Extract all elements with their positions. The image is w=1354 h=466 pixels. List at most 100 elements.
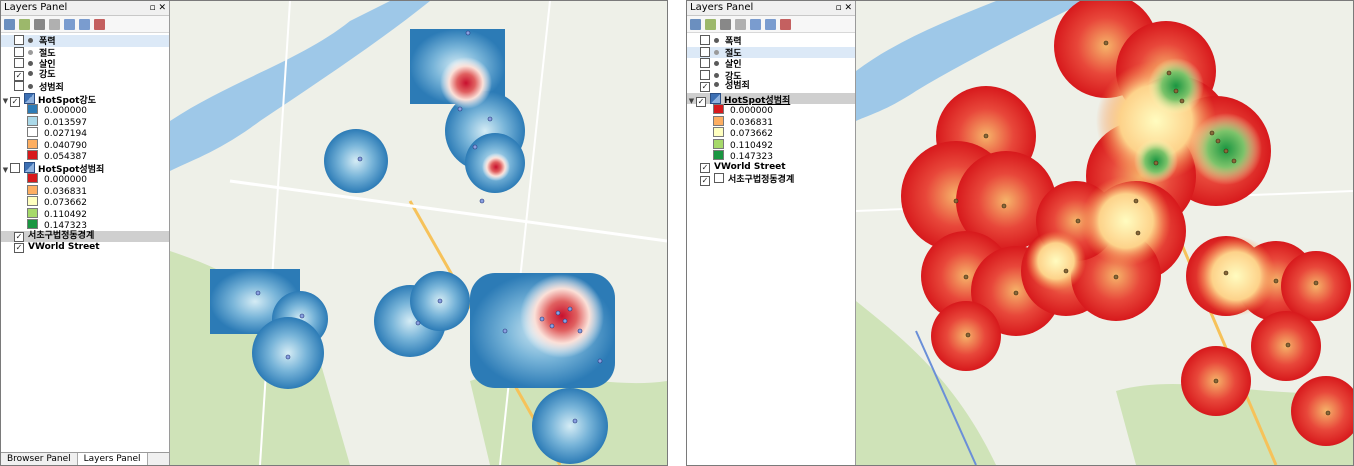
legend-swatch	[27, 138, 38, 149]
legend-swatch	[27, 115, 38, 126]
left-panel-window-buttons[interactable]: ▫ ✕	[149, 1, 166, 15]
point-symbol-icon	[28, 70, 33, 76]
legend-item: 0.000000	[687, 104, 855, 116]
expand-all-icon[interactable]	[750, 18, 761, 30]
layer-row-murder[interactable]: 살인	[687, 58, 855, 70]
left-panel-tabs: Browser Panel Layers Panel	[1, 452, 169, 465]
manage-visibility-icon[interactable]	[19, 18, 30, 30]
left-layer-tree: 폭력 절도 살인 ✓ 강도 성범죄 ▼ ✓ HotSpot강도 0.000000 0.…	[1, 33, 169, 254]
raster-layer-icon	[710, 92, 721, 104]
layer-checkbox[interactable]	[700, 58, 710, 68]
filter-icon[interactable]	[34, 18, 45, 30]
legend-swatch	[27, 184, 38, 195]
remove-layer-icon[interactable]	[94, 18, 105, 30]
legend-item: 0.036831	[1, 184, 169, 197]
filter-icon[interactable]	[720, 18, 731, 30]
layer-checkbox[interactable]: ✓	[14, 70, 24, 81]
filter-legend-icon[interactable]	[735, 18, 746, 30]
robbery-hotspot-map	[170, 1, 667, 465]
legend-swatch	[713, 104, 724, 114]
legend-item: 0.000000	[1, 173, 169, 185]
tab-browser-panel[interactable]: Browser Panel	[1, 453, 78, 465]
add-group-icon[interactable]	[690, 18, 701, 30]
legend-item: 0.040790	[1, 138, 169, 151]
point-symbol-icon	[28, 61, 33, 66]
layer-row-hotspot-sexcrime[interactable]: ▼ HotSpot성범죄	[1, 161, 169, 175]
right-panel-title: Layers Panel	[690, 2, 754, 13]
layer-row-sexcrime[interactable]: ✓ 성범죄	[687, 81, 855, 93]
layer-checkbox-secondary[interactable]	[714, 173, 724, 183]
tab-layers-panel[interactable]: Layers Panel	[77, 453, 148, 465]
point-symbol-icon	[28, 38, 33, 43]
legend-swatch	[27, 173, 38, 183]
layer-row-theft[interactable]: 절도	[687, 46, 855, 59]
raster-layer-icon	[24, 161, 35, 173]
layer-checkbox[interactable]	[700, 35, 710, 45]
layer-row-basemap[interactable]: ✓ VWorld Street	[1, 242, 169, 254]
legend-swatch	[27, 127, 38, 137]
layer-row-basemap[interactable]: ✓ VWorld Street	[687, 162, 855, 174]
filter-legend-icon[interactable]	[49, 18, 60, 30]
layer-checkbox[interactable]	[10, 162, 20, 173]
layer-checkbox[interactable]: ✓	[14, 243, 24, 253]
layer-checkbox[interactable]: ✓	[700, 82, 710, 92]
legend-item: 0.073662	[1, 196, 169, 208]
left-map-canvas[interactable]	[170, 1, 667, 465]
point-symbol-icon	[714, 72, 719, 78]
legend-item: 0.110492	[687, 138, 855, 151]
legend-swatch	[713, 138, 724, 149]
point-symbol-icon	[714, 61, 719, 66]
layer-row-boundary[interactable]: ✓ 서초구법정동경계	[1, 230, 169, 242]
legend-item: 0.013597	[1, 115, 169, 128]
left-layers-toolbar	[1, 16, 169, 33]
legend-swatch	[713, 115, 724, 126]
layer-row-theft[interactable]: 절도	[1, 46, 169, 59]
layer-checkbox[interactable]	[700, 69, 710, 80]
layer-row-assault[interactable]: 폭력	[687, 35, 855, 47]
layer-row-boundary[interactable]: ✓ 서초구법정동경계	[687, 173, 855, 186]
legend-swatch	[27, 207, 38, 218]
add-group-icon[interactable]	[4, 18, 15, 30]
point-symbol-icon	[28, 49, 33, 55]
layer-checkbox[interactable]	[14, 46, 24, 57]
right-layer-tree: 폭력 절도 살인 강도 ✓ 성범죄 ▼ ✓ HotSpot성범죄 0.000000 0…	[687, 33, 855, 186]
layer-row-hotspot-sexcrime[interactable]: ▼ ✓ HotSpot성범죄	[687, 92, 855, 107]
legend-swatch	[27, 196, 38, 206]
point-symbol-icon	[28, 84, 33, 89]
left-qgis-window: Layers Panel ▫ ✕ 폭력 절도 살인 ✓ 강도 성범죄 ▼ ✓ HotS…	[0, 0, 668, 466]
left-layers-panel: Layers Panel ▫ ✕ 폭력 절도 살인 ✓ 강도 성범죄 ▼ ✓ HotS…	[1, 1, 170, 465]
manage-visibility-icon[interactable]	[705, 18, 716, 30]
legend-item: 0.147323	[1, 219, 169, 231]
collapse-all-icon[interactable]	[79, 18, 90, 30]
legend-swatch	[27, 219, 38, 229]
expand-all-icon[interactable]	[64, 18, 75, 30]
collapse-all-icon[interactable]	[765, 18, 776, 30]
legend-swatch	[27, 104, 38, 114]
layer-row-assault[interactable]: 폭력	[1, 35, 169, 47]
legend-swatch	[27, 150, 38, 160]
legend-item: 0.110492	[1, 207, 169, 220]
remove-layer-icon[interactable]	[780, 18, 791, 30]
legend-item: 0.054387	[1, 150, 169, 162]
layer-row-murder[interactable]: 살인	[1, 58, 169, 70]
legend-item: 0.036831	[687, 115, 855, 128]
raster-layer-icon	[24, 92, 35, 104]
layer-row-robbery[interactable]: ✓ 강도	[1, 70, 169, 82]
right-map-canvas[interactable]	[856, 1, 1353, 465]
layer-checkbox[interactable]: ✓	[700, 162, 710, 173]
layer-checkbox[interactable]: ✓	[700, 176, 710, 186]
layer-checkbox[interactable]	[700, 46, 710, 57]
left-panel-title: Layers Panel	[4, 2, 68, 13]
layer-checkbox[interactable]	[14, 81, 24, 91]
layer-row-robbery[interactable]: 강도	[687, 69, 855, 82]
layer-row-hotspot-robbery[interactable]: ▼ ✓ HotSpot강도	[1, 92, 169, 107]
legend-item: 0.027194	[1, 127, 169, 139]
point-symbol-icon	[714, 82, 719, 87]
layer-row-sexcrime[interactable]: 성범죄	[1, 81, 169, 93]
layer-checkbox[interactable]	[14, 35, 24, 45]
right-qgis-window: Layers Panel ▫ ✕ 폭력 절도 살인 강도 ✓ 성범죄 ▼ ✓ HotS…	[686, 0, 1354, 466]
layer-checkbox[interactable]: ✓	[14, 231, 24, 242]
right-panel-window-buttons[interactable]: ▫ ✕	[835, 1, 852, 15]
right-panel-titlebar: Layers Panel ▫ ✕	[687, 1, 855, 16]
layer-checkbox[interactable]	[14, 58, 24, 68]
